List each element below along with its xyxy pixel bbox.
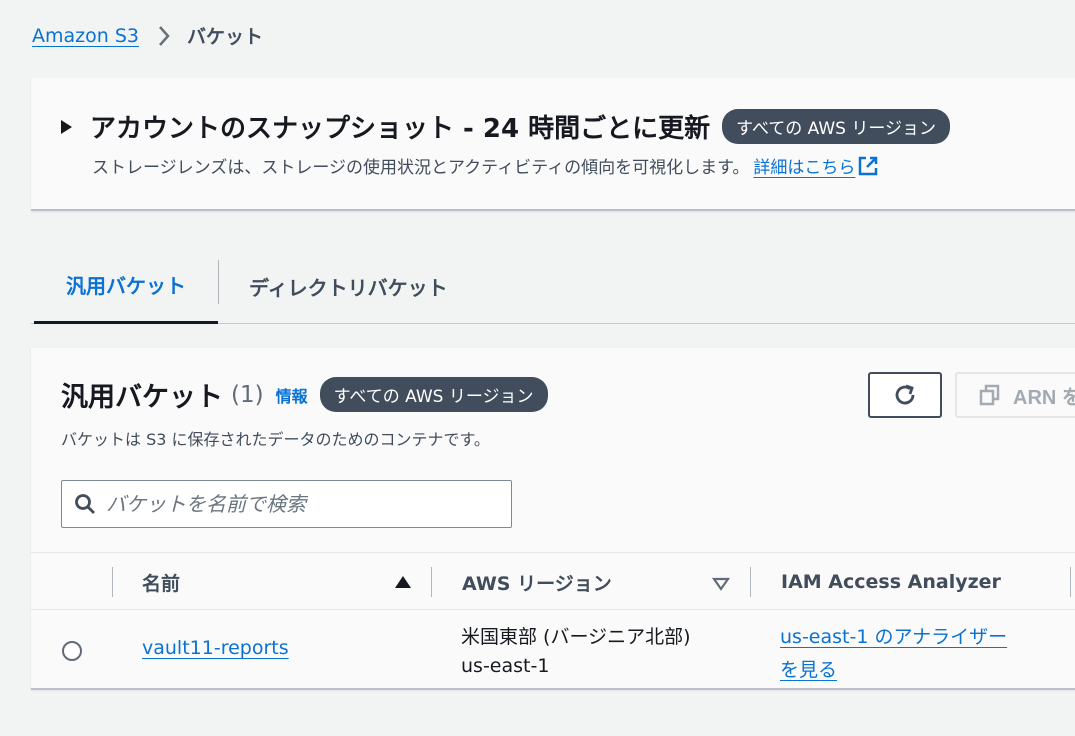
sort-ascending-icon[interactable] [394, 575, 412, 589]
refresh-button[interactable] [868, 372, 942, 418]
region-badge: すべての AWS リージョン [722, 109, 951, 144]
tab-general-purpose-buckets[interactable]: 汎用バケット [34, 248, 218, 324]
tab-directory-buckets[interactable]: ディレクトリバケット [249, 248, 448, 324]
snapshot-description: ストレージレンズは、ストレージの使用状況とアクティビティの傾向を可視化します。 … [92, 153, 879, 178]
panel-title: 汎用バケット [61, 382, 223, 413]
row-select-radio[interactable] [62, 641, 82, 661]
column-divider [750, 567, 751, 597]
region-name: 米国東部 (バージニア北部) [461, 626, 691, 648]
bucket-search[interactable] [61, 480, 512, 528]
bucket-name-link[interactable]: vault11-reports [142, 637, 289, 659]
copy-arn-button[interactable]: ARN を [955, 372, 1075, 418]
column-divider [112, 567, 113, 597]
breadcrumb: Amazon S3 バケット [32, 22, 263, 49]
table-header: 名前 AWS リージョン IAM Access Analyzer [31, 552, 1075, 610]
analyzer-link-line1[interactable]: us-east-1 のアナライザー [780, 622, 1007, 649]
expand-caret-icon[interactable] [61, 119, 72, 134]
bucket-tabs: 汎用バケット ディレクトリバケット [31, 248, 1075, 324]
info-link[interactable]: 情報 [276, 383, 308, 407]
search-input[interactable] [106, 492, 486, 516]
tab-divider [218, 260, 219, 304]
copy-arn-label: ARN を [1013, 386, 1075, 409]
refresh-icon [895, 384, 915, 405]
panel-header: 汎用バケット (1) 情報 すべての AWS リージョン [61, 375, 548, 414]
snapshot-header[interactable]: アカウントのスナップショット - 24 時間ごとに更新 すべての AWS リージ… [61, 108, 951, 145]
snapshot-description-text: ストレージレンズは、ストレージの使用状況とアクティビティの傾向を可視化します。 [92, 158, 750, 178]
panel-description: バケットは S3 に保存されたデータのためのコンテナです。 [61, 430, 490, 449]
breadcrumb-amazon-s3[interactable]: Amazon S3 [32, 25, 139, 47]
region-code: us-east-1 [461, 655, 550, 677]
copy-icon [979, 384, 1000, 406]
chevron-right-icon [159, 25, 170, 46]
sort-descending-icon[interactable] [712, 577, 730, 591]
breadcrumb-current: バケット [186, 26, 263, 48]
account-snapshot-panel: アカウントのスナップショット - 24 時間ごとに更新 すべての AWS リージ… [31, 78, 1075, 211]
column-divider [431, 567, 432, 597]
table-row: vault11-reports 米国東部 (バージニア北部) us-east-1… [31, 610, 1075, 690]
column-header-iam-access-analyzer[interactable]: IAM Access Analyzer [781, 553, 1001, 611]
learn-more-link[interactable]: 詳細はこちら [753, 153, 855, 178]
column-header-name[interactable]: 名前 [142, 553, 180, 611]
buckets-panel: 汎用バケット (1) 情報 すべての AWS リージョン バケットは S3 に保… [31, 348, 1075, 690]
external-link-icon[interactable] [857, 155, 879, 177]
snapshot-title[interactable]: アカウントのスナップショット - 24 時間ごとに更新 [90, 108, 710, 145]
analyzer-link-line2[interactable]: を見る [780, 655, 837, 682]
region-badge: すべての AWS リージョン [319, 377, 548, 412]
column-header-region[interactable]: AWS リージョン [462, 553, 612, 611]
column-divider [1070, 567, 1071, 597]
search-icon [75, 494, 95, 514]
bucket-count: (1) [231, 381, 264, 408]
